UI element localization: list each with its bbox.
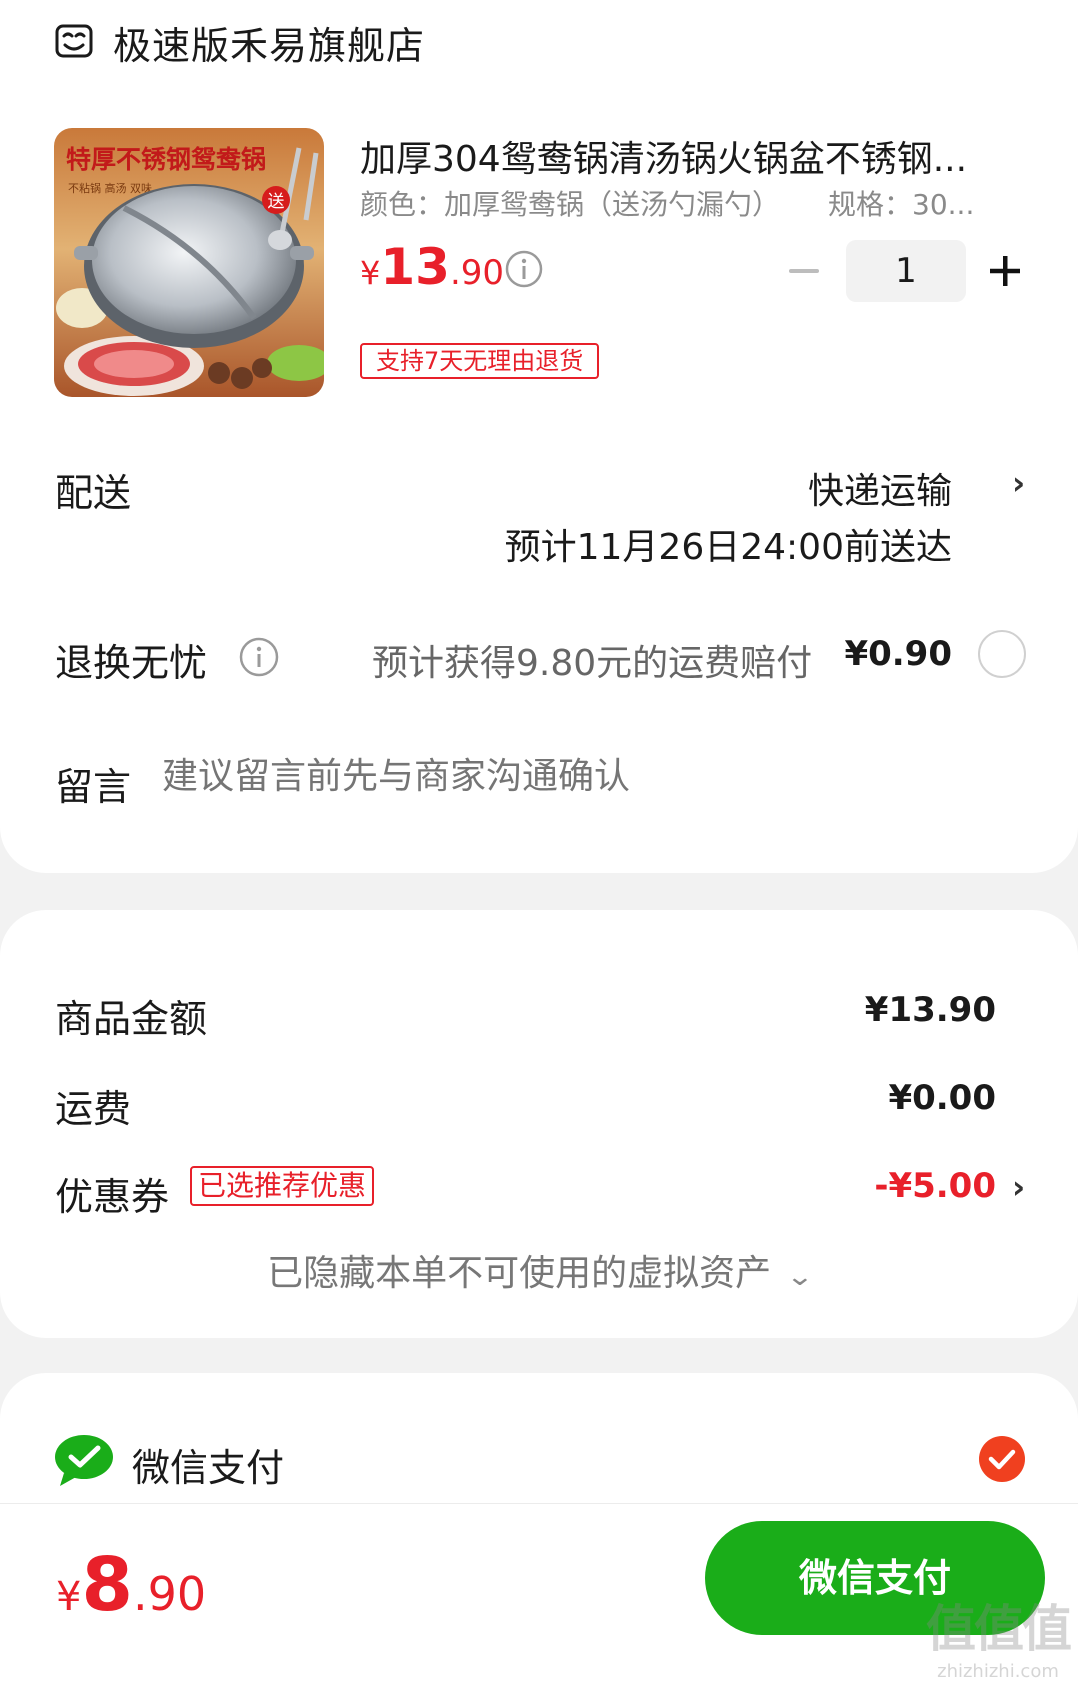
store-header[interactable]: 极速版禾易旗舰店 <box>55 14 425 70</box>
banner-subtext: 不粘锅 高汤 双味 <box>68 181 152 195</box>
banner-text: 特厚不锈钢鸳鸯锅 <box>66 145 266 174</box>
return-policy-tag: 支持7天无理由退货 <box>360 343 600 379</box>
gift-badge: 送 <box>268 192 285 212</box>
price-summary-card: 商品金额 ¥13.90 运费 ¥0.00 优惠券 已选推荐优惠 -¥5.00 ›… <box>0 910 1078 1338</box>
freight-label: 运费 <box>55 1087 132 1131</box>
minus-icon <box>789 269 819 273</box>
hidden-assets-toggle[interactable]: 已隐藏本单不可使用的虚拟资产 ⌄ <box>0 1244 1078 1296</box>
order-card: 极速版禾易旗舰店 特厚不锈钢鸳鸯锅 不粘锅 高汤 双味 送 加厚304鸳鸯锅清汤… <box>0 0 1078 873</box>
coupon-tag: 已选推荐优惠 <box>190 1166 375 1206</box>
goods-amount-label: 商品金额 <box>55 997 208 1041</box>
checkout-page: 极速版禾易旗舰店 特厚不锈钢鸳鸯锅 不粘锅 高汤 双味 送 加厚304鸳鸯锅清汤… <box>0 0 1078 1686</box>
wechat-pay-label[interactable]: 微信支付 <box>132 1437 284 1492</box>
return-worry-info-icon[interactable] <box>238 636 280 678</box>
coupon-value[interactable]: -¥5.00 <box>874 1166 996 1206</box>
bottom-bar: ¥ 8 .90 微信支付 值值值 zhizhizhi.com <box>0 1503 1078 1686</box>
spec-size: 规格：30... <box>828 188 975 221</box>
hidden-assets-label: 已隐藏本单不可使用的虚拟资产 <box>267 1253 772 1294</box>
quantity-value[interactable]: 1 <box>846 240 966 302</box>
wechat-pay-icon <box>55 1435 113 1486</box>
total-price: ¥ 8 .90 <box>56 1542 207 1628</box>
coupon-label: 优惠券 <box>55 1175 170 1219</box>
watermark-url: zhizhizhi.com <box>937 1661 1059 1682</box>
quantity-increase-button[interactable] <box>986 252 1024 290</box>
spec-color: 颜色：加厚鸳鸯锅（送汤勺漏勺） <box>360 188 781 221</box>
shipping-eta: 预计11月26日24:00前送达 <box>504 527 952 568</box>
chevron-right-icon[interactable]: › <box>1012 1168 1025 1206</box>
return-worry-label: 退换无忧 <box>55 641 208 685</box>
quantity-decrease-button[interactable] <box>786 254 822 288</box>
checkmark-icon[interactable] <box>978 1435 1026 1483</box>
message-label: 留言 <box>55 765 132 809</box>
shipping-label: 配送 <box>55 471 132 515</box>
return-worry-price: ¥0.90 <box>844 634 952 674</box>
store-name: 极速版禾易旗舰店 <box>113 23 426 68</box>
chevron-right-icon[interactable]: › <box>1012 464 1025 502</box>
freight-value: ¥0.00 <box>888 1078 996 1118</box>
message-input[interactable] <box>162 756 962 797</box>
return-worry-description: 预计获得9.80元的运费赔付 <box>372 643 813 684</box>
price-info-icon[interactable] <box>504 249 544 289</box>
store-icon <box>55 24 93 58</box>
product-title[interactable]: 加厚304鸳鸯锅清汤锅火锅盆不锈钢... <box>360 130 1020 182</box>
product-price: ¥ 13 .90 <box>360 238 505 296</box>
shipping-method[interactable]: 快递运输 <box>808 462 952 514</box>
watermark: 值值值 zhizhizhi.com <box>926 1589 1072 1682</box>
payment-method-card: 微信支付 <box>0 1373 1078 1513</box>
return-worry-radio[interactable] <box>978 630 1026 678</box>
watermark-logo: 值值值 <box>926 1600 1072 1658</box>
chevron-down-icon: ⌄ <box>785 1262 815 1292</box>
goods-amount-value: ¥13.90 <box>864 990 996 1030</box>
product-image[interactable]: 特厚不锈钢鸳鸯锅 不粘锅 高汤 双味 送 <box>54 128 324 397</box>
product-spec[interactable]: 颜色：加厚鸳鸯锅（送汤勺漏勺） 规格：30... <box>360 183 974 223</box>
